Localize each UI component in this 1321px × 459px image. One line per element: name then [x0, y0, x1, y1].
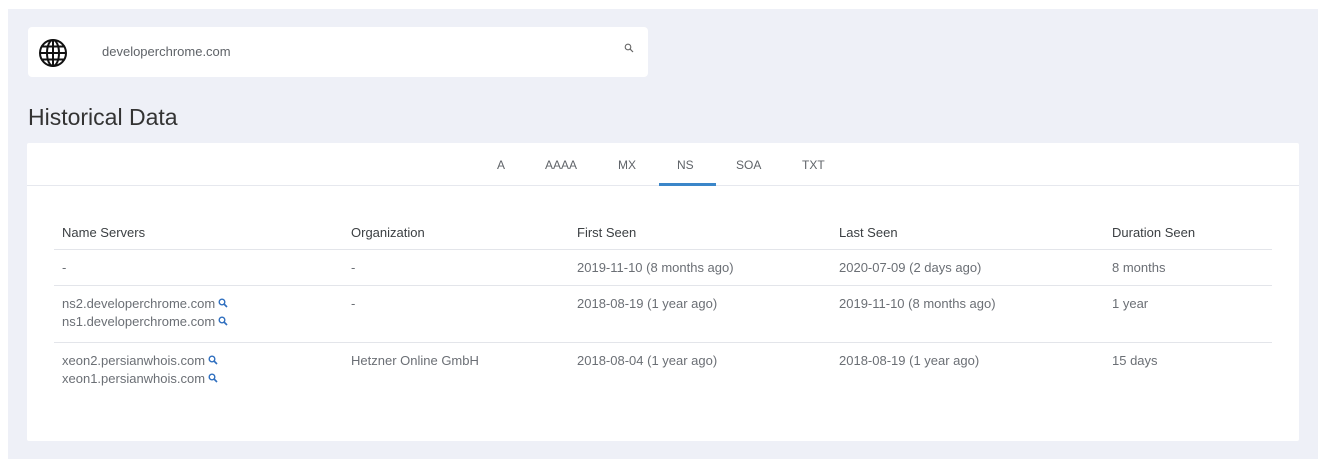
first-seen-cell: 2019-11-10 (8 months ago): [569, 249, 831, 286]
last-seen-cell: 2019-11-10 (8 months ago): [831, 285, 1104, 343]
header-last-seen: Last Seen: [831, 217, 1104, 250]
domain-search-input[interactable]: [102, 44, 582, 59]
duration-cell: 1 year: [1104, 285, 1272, 343]
name-server-link[interactable]: xeon1.persianwhois.com: [62, 370, 343, 388]
name-server-link[interactable]: ns2.developerchrome.com: [62, 295, 343, 313]
globe-icon: [39, 39, 67, 67]
search-icon[interactable]: [208, 355, 218, 365]
historical-data-card: A AAAA MX NS SOA TXT Name Servers Organi…: [27, 143, 1299, 441]
table-row: - - 2019-11-10 (8 months ago) 2020-07-09…: [54, 249, 1272, 286]
first-seen-cell: 2018-08-19 (1 year ago): [569, 285, 831, 343]
tab-aaaa[interactable]: AAAA: [545, 158, 577, 172]
name-server-cell: xeon2.persianwhois.com xeon1.persianwhoi…: [54, 342, 343, 399]
header-duration-seen: Duration Seen: [1104, 217, 1272, 250]
header-name-servers: Name Servers: [54, 217, 343, 250]
page-title: Historical Data: [28, 104, 178, 130]
header-organization: Organization: [343, 217, 569, 250]
name-server-label: xeon2.persianwhois.com: [62, 352, 206, 368]
tab-a[interactable]: A: [497, 158, 505, 172]
tab-txt[interactable]: TXT: [802, 158, 825, 172]
tab-soa[interactable]: SOA: [736, 158, 761, 172]
header-first-seen: First Seen: [569, 217, 831, 250]
search-icon[interactable]: [218, 316, 228, 326]
name-server-label: ns1.developerchrome.com: [62, 313, 216, 329]
organization-cell: -: [343, 249, 569, 286]
name-server-value: -: [62, 259, 67, 275]
name-server-link[interactable]: xeon2.persianwhois.com: [62, 352, 343, 370]
record-type-tabs: A AAAA MX NS SOA TXT: [27, 143, 1299, 186]
last-seen-cell: 2018-08-19 (1 year ago): [839, 352, 980, 368]
search-icon[interactable]: [218, 298, 228, 308]
first-seen-cell: 2018-08-04 (1 year ago): [577, 352, 718, 368]
name-server-label: ns2.developerchrome.com: [62, 295, 216, 311]
name-server-link[interactable]: ns1.developerchrome.com: [62, 313, 343, 331]
active-tab-indicator: [659, 183, 716, 186]
table-row: xeon2.persianwhois.com xeon1.persianwhoi…: [54, 342, 1272, 399]
search-icon[interactable]: [624, 43, 634, 53]
search-icon[interactable]: [208, 373, 218, 383]
name-server-cell: ns2.developerchrome.com ns1.developerchr…: [54, 285, 343, 343]
organization-cell: -: [343, 285, 569, 343]
duration-cell: 15 days: [1112, 352, 1158, 368]
last-seen-cell: 2020-07-09 (2 days ago): [831, 249, 1104, 286]
table-header-row: Name Servers Organization First Seen Las…: [54, 217, 1272, 250]
name-server-label: xeon1.persianwhois.com: [62, 370, 206, 386]
organization-cell: Hetzner Online GmbH: [351, 352, 479, 368]
name-server-cell: -: [54, 249, 343, 286]
table-row: ns2.developerchrome.com ns1.developerchr…: [54, 285, 1272, 343]
tab-mx[interactable]: MX: [618, 158, 636, 172]
domain-search-box[interactable]: [28, 27, 648, 77]
tab-ns[interactable]: NS: [677, 158, 694, 172]
duration-cell: 8 months: [1104, 249, 1272, 286]
name-servers-table: Name Servers Organization First Seen Las…: [54, 217, 1272, 399]
